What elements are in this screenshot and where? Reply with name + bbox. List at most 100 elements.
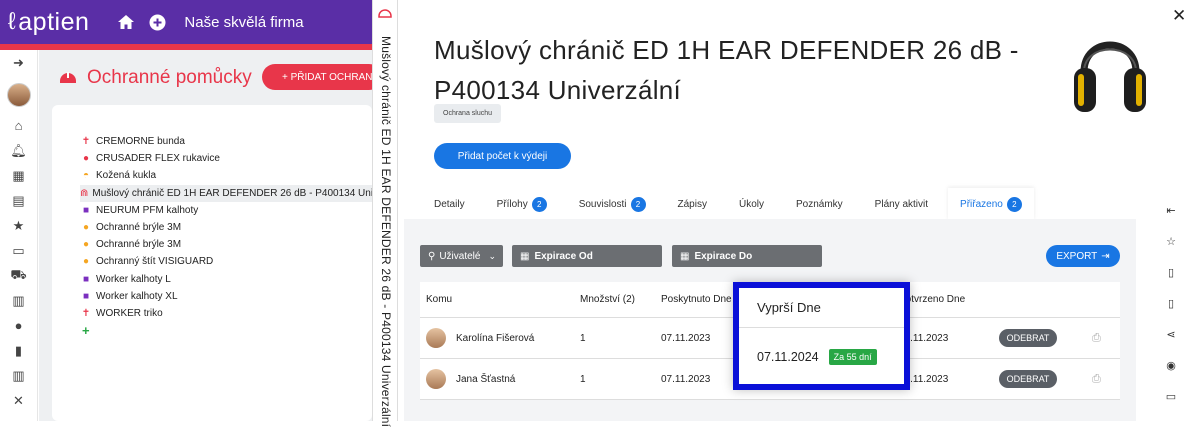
add-circle-icon[interactable] <box>149 14 166 31</box>
close-icon[interactable]: ✕ <box>1172 6 1186 26</box>
logo-text: aptien <box>18 7 90 36</box>
tree-item[interactable]: ✝ CREMORNE bunda <box>80 133 372 150</box>
tree-item-selected[interactable]: ⋒ Mušlový chránič ED 1H EAR DEFENDER 26 d… <box>80 184 372 202</box>
tree-item[interactable]: ● CRUSADER FLEX rukavice <box>80 150 372 167</box>
shirt-icon: ■ <box>82 204 90 216</box>
shield-icon: ● <box>82 256 90 268</box>
tree-item[interactable]: ■ Worker kalhoty XL <box>80 288 372 305</box>
category-tag[interactable]: Ochrana sluchu <box>434 104 502 123</box>
search-icon: ⚲ <box>428 250 436 262</box>
tab-attachments[interactable]: Přílohy 2 <box>497 188 547 220</box>
quantity-cell: 1 <box>580 332 586 344</box>
helmet-icon <box>378 6 392 23</box>
clipboard-icon[interactable]: ▤ <box>0 188 37 213</box>
tree-item[interactable]: ● Ochranný štít VISIGUARD <box>80 253 372 270</box>
add-to-issue-button[interactable]: Přidat počet k výdeji <box>434 143 571 169</box>
glasses-icon: ● <box>82 222 90 234</box>
export-icon: ⇥ <box>1101 250 1110 262</box>
app-logo[interactable]: ℓ aptien <box>8 8 89 37</box>
tab-details[interactable]: Detaily <box>434 188 465 220</box>
home-icon[interactable] <box>117 14 135 30</box>
card-icon[interactable]: ▭ <box>1156 381 1186 412</box>
column-to[interactable]: Komu <box>426 294 452 305</box>
detail-tabs: Detaily Přílohy 2 Souvislosti 2 Zápisy Úko… <box>434 188 1066 220</box>
pdf-icon[interactable]: ▯ <box>1156 288 1186 319</box>
tab-records[interactable]: Zápisy <box>678 188 707 220</box>
expiration-to-input[interactable]: ▦ Expirace Do <box>672 245 822 267</box>
tree-item[interactable]: ● Ochranné brýle 3M <box>80 219 372 236</box>
item-title: Mušlový chránič ED 1H EAR DEFENDER 26 dB… <box>434 30 1034 110</box>
expand-icon[interactable]: ➜ <box>0 50 37 75</box>
shirt-icon: ■ <box>82 290 90 302</box>
report-icon[interactable]: ▥ <box>0 288 37 313</box>
bell-icon[interactable]: 🔔︎ <box>0 138 37 163</box>
tree-item[interactable]: ■ Worker kalhoty L <box>80 271 372 288</box>
export-button[interactable]: EXPORT ⇥ <box>1046 245 1120 267</box>
column-provided[interactable]: Poskytnuto Dne <box>661 294 732 305</box>
expiration-highlight: Vyprší Dne 07.11.2024 Za 55 dní <box>733 282 910 390</box>
tab-tasks[interactable]: Úkoly <box>739 188 764 220</box>
user-icon[interactable]: ● <box>0 313 37 338</box>
document-icon[interactable]: ▭ <box>0 238 37 263</box>
calendar-icon[interactable]: ▦ <box>0 163 37 188</box>
avatar[interactable] <box>6 83 31 107</box>
tree-item[interactable]: ◓ Kožená kukla <box>80 167 372 184</box>
plus-icon: + <box>82 323 90 339</box>
person-icon: ✝ <box>81 307 91 319</box>
person-icon: ✝ <box>81 136 91 148</box>
provided-cell: 07.11.2023 <box>661 332 711 344</box>
tree-item[interactable]: ✝ WORKER triko <box>80 305 372 322</box>
add-protective-gear-button[interactable]: + PŘIDAT OCHRAN <box>262 64 382 90</box>
tab-notes[interactable]: Poznámky <box>796 188 843 220</box>
collapse-icon[interactable]: ⇤ <box>1156 195 1186 226</box>
remove-button[interactable]: ODEBRAT <box>999 370 1057 388</box>
tab-assigned[interactable]: Přiřazeno 2 <box>948 188 1034 220</box>
days-remaining-badge: Za 55 dní <box>828 349 877 365</box>
count-badge: 2 <box>630 196 646 212</box>
eye-icon[interactable]: ◉ <box>1156 350 1186 381</box>
users-filter[interactable]: ⚲ Uživatelé ⌄ <box>420 245 503 267</box>
title-line-1: Mušlový chránič ED 1H EAR DEFENDER 26 dB… <box>434 35 1019 65</box>
column-quantity[interactable]: Množství (2) <box>580 294 635 305</box>
print-icon[interactable]: ⎙ <box>1092 373 1101 386</box>
expiration-cell: 07.11.2024 Za 55 dní <box>739 328 904 386</box>
expiration-date: 07.11.2024 <box>757 350 819 364</box>
calendar-icon: ▦ <box>520 250 530 262</box>
star-icon[interactable]: ★ <box>0 213 37 238</box>
company-name[interactable]: Naše skvělá firma <box>184 14 303 31</box>
expiration-from-input[interactable]: ▦ Expirace Od <box>512 245 662 267</box>
glasses-icon: ● <box>82 239 90 251</box>
tree-item[interactable]: ● Ochranné brýle 3M <box>80 236 372 253</box>
recipient-cell: Jana Šťastná <box>426 369 515 389</box>
cart-icon[interactable]: ⛟ <box>0 263 37 288</box>
books-icon[interactable]: ▥ <box>0 363 37 388</box>
home-icon[interactable]: ⌂ <box>0 113 37 138</box>
document-icon[interactable]: ▯ <box>1156 257 1186 288</box>
calendar-icon: ▦ <box>680 250 690 262</box>
recipient-cell: Karolína Fišerová <box>426 328 534 348</box>
tab-relations[interactable]: Souvislosti 2 <box>579 188 646 220</box>
vertical-title: Mušlový chránič ED 1H EAR DEFENDER 26 dB… <box>379 36 393 427</box>
print-icon[interactable]: ⎙ <box>1092 332 1101 345</box>
remove-button[interactable]: ODEBRAT <box>999 329 1057 347</box>
tree-item[interactable]: ■ NEURUM PFM kalhoty <box>80 202 372 219</box>
quantity-cell: 1 <box>580 373 586 385</box>
right-action-bar: ⇤ ☆ ▯ ▯ ⋖ ◉ ▭ <box>1156 195 1186 412</box>
gear-tree: ✝ CREMORNE bunda ● CRUSADER FLEX rukavice … <box>80 133 372 339</box>
tools-icon[interactable]: ✕ <box>0 388 37 413</box>
share-icon[interactable]: ⋖ <box>1156 319 1186 350</box>
panel-side-strip[interactable]: Mušlový chránič ED 1H EAR DEFENDER 26 dB… <box>372 0 398 427</box>
tree-add[interactable]: + <box>80 322 372 339</box>
earmuff-icon: ⋒ <box>80 187 89 199</box>
tab-activity-plans[interactable]: Plány aktivit <box>875 188 928 220</box>
building-icon[interactable]: ▮ <box>0 338 37 363</box>
column-expires[interactable]: Vyprší Dne <box>739 288 904 328</box>
avatar <box>426 369 446 389</box>
provided-cell: 07.11.2023 <box>661 373 711 385</box>
helmet-icon: ◓ <box>82 170 90 182</box>
glove-icon: ● <box>82 153 90 165</box>
count-badge: 2 <box>531 196 547 212</box>
star-icon[interactable]: ☆ <box>1156 226 1186 257</box>
left-rail: ➜ ⌂ 🔔︎ ▦ ▤ ★ ▭ ⛟ ▥ ● ▮ ▥ ✕ <box>0 50 38 421</box>
product-image <box>1070 28 1150 120</box>
